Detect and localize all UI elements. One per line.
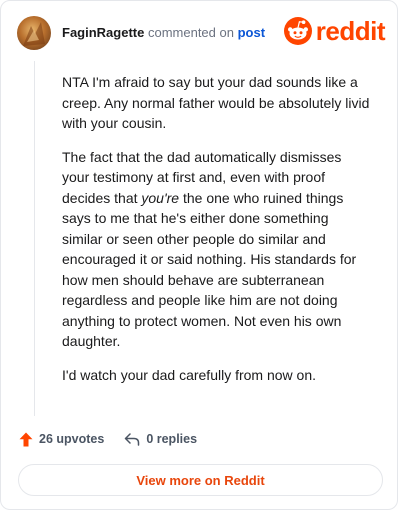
- user-avatar[interactable]: [17, 16, 51, 50]
- reply-arrow-icon: [125, 432, 140, 446]
- reddit-wordmark: reddit: [315, 16, 386, 46]
- action-text: commented on: [147, 25, 234, 40]
- comment-actions: 26 upvotes 0 replies: [19, 429, 197, 449]
- comment-paragraph: The fact that the dad automatically dism…: [62, 147, 372, 352]
- emphasized-text: you're: [141, 189, 180, 206]
- upvotes-button[interactable]: 26 upvotes: [19, 432, 104, 447]
- comment-paragraph: NTA I'm afraid to say but your dad sound…: [62, 74, 370, 131]
- comment-embed-card: FaginRagette commented on post reddit NT…: [0, 0, 398, 510]
- thread-line: [34, 61, 35, 416]
- comment-meta: FaginRagette commented on post: [62, 25, 265, 40]
- comment-paragraph: I'd watch your dad carefully from now on…: [62, 366, 317, 383]
- upvote-arrow-icon: [19, 432, 33, 446]
- paragraph-text: the one who ruined things says to me tha…: [62, 189, 357, 350]
- replies-count: 0 replies: [146, 432, 198, 446]
- upvotes-count: 26 upvotes: [39, 432, 105, 446]
- comment-body: NTA I'm afraid to say but your dad sound…: [62, 72, 372, 398]
- comment-header: FaginRagette commented on post reddit: [17, 16, 387, 52]
- avatar-image: [23, 22, 45, 46]
- reddit-snoo-icon: [283, 17, 312, 45]
- replies-button[interactable]: 0 replies: [124, 432, 197, 446]
- username-link[interactable]: FaginRagette: [62, 25, 144, 40]
- reddit-logo[interactable]: reddit: [283, 16, 386, 46]
- post-link[interactable]: post: [238, 25, 265, 40]
- view-more-button[interactable]: View more on Reddit: [18, 464, 383, 496]
